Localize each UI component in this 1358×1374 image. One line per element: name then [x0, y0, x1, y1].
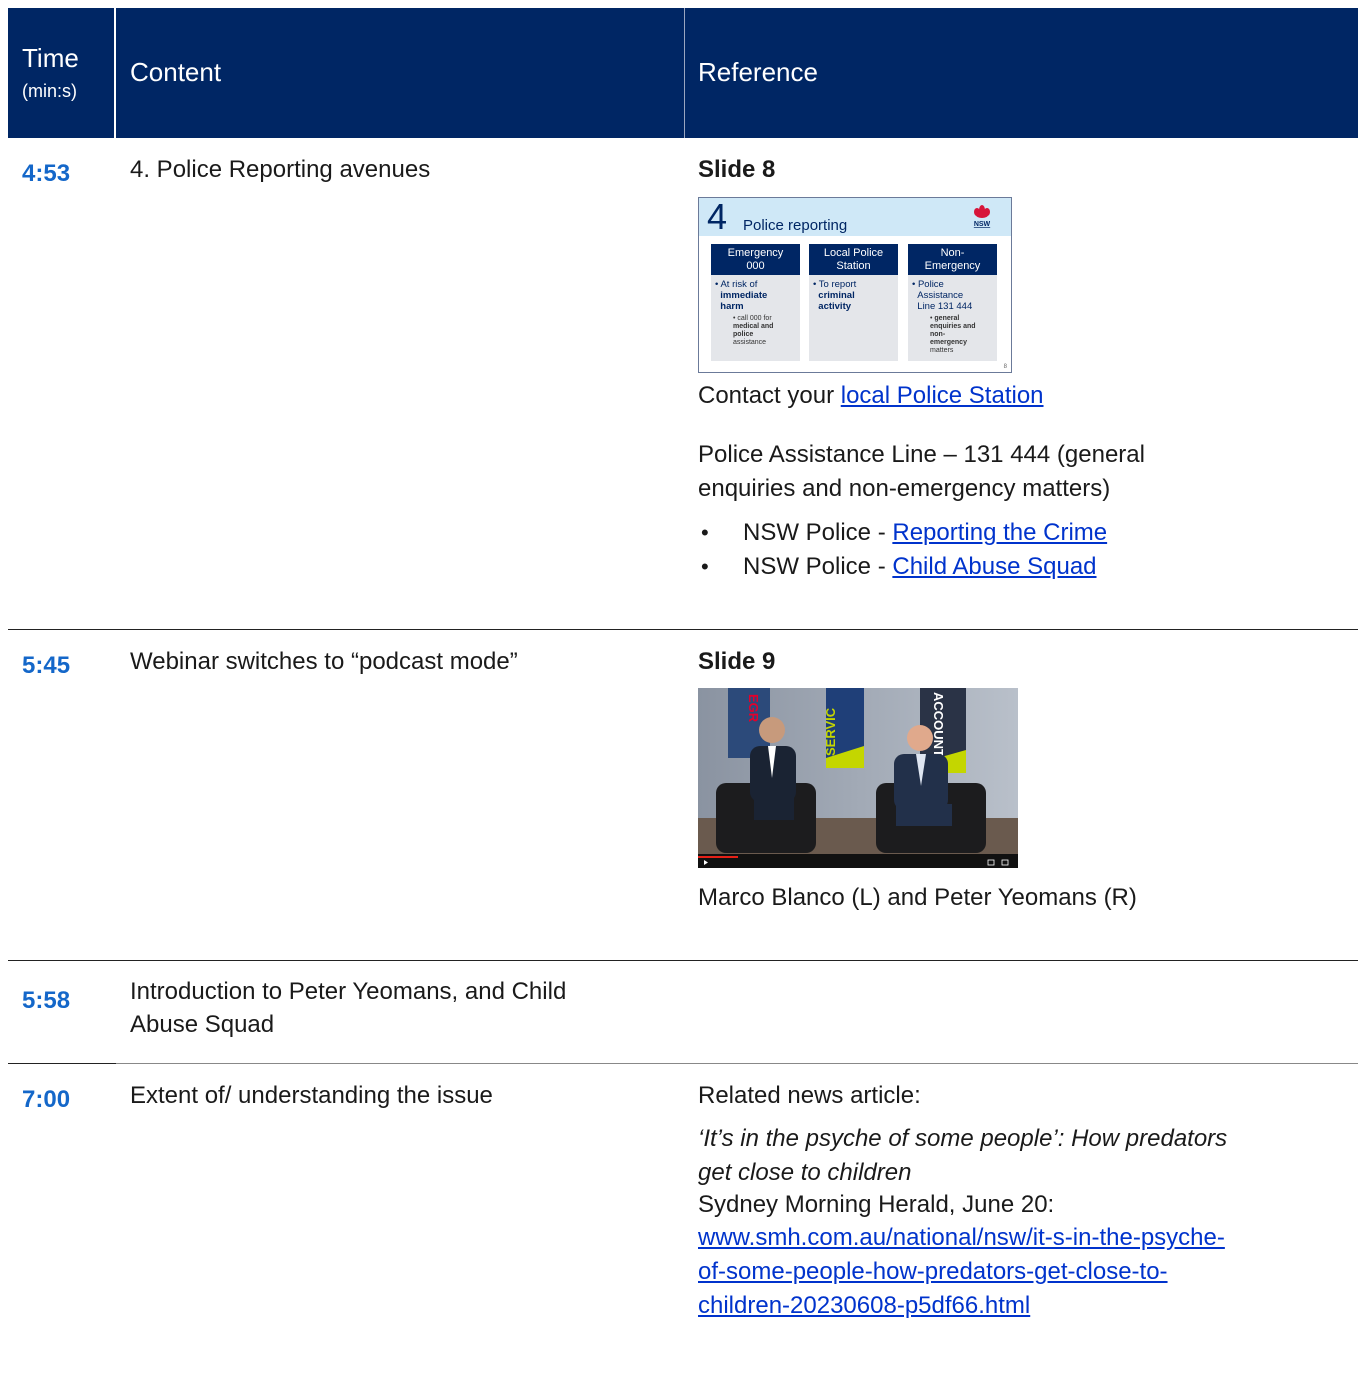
- slide-title: Police reporting: [743, 217, 848, 234]
- slide-number: 4: [707, 197, 728, 237]
- banner-text: ACCOUNT: [931, 692, 946, 757]
- time-column-header: Time: [22, 43, 79, 73]
- reference-column-header: Reference: [698, 57, 818, 87]
- list-item: NSW Police - Child Abuse Squad: [698, 550, 1348, 584]
- timestamp: 7:00: [22, 1086, 71, 1113]
- banner-text: EGR: [746, 694, 761, 723]
- row-divider: [8, 629, 1358, 630]
- table-header: Time (min:s) Content Reference: [8, 8, 1358, 138]
- row-divider: [8, 960, 1358, 961]
- content-cell: Webinar switches to “podcast mode”: [130, 648, 518, 675]
- timestamp: 4:53: [22, 160, 71, 187]
- child-abuse-squad-link[interactable]: Child Abuse Squad: [892, 553, 1096, 580]
- nsw-waratah-logo: NSW: [971, 204, 993, 228]
- row-divider: [8, 1063, 116, 1064]
- slide-column-non-emergency: Non- Emergency • Police Assistance Line 1…: [908, 244, 997, 361]
- slide-page-number: 8: [1003, 364, 1007, 370]
- slide-column-emergency: Emergency 000 • At risk of immediate harm…: [711, 244, 800, 361]
- related-label: Related news article:: [698, 1082, 921, 1109]
- article-title: ‘It’s in the psyche of some people’: How…: [698, 1125, 1228, 1186]
- header-divider: [114, 8, 116, 138]
- content-cell: Introduction to Peter Yeomans, and Child…: [130, 978, 567, 1038]
- local-police-station-link[interactable]: local Police Station: [841, 382, 1044, 409]
- slide-thumbnail: 4 Police reporting NSW Emergency 000 • At…: [698, 197, 1012, 373]
- slide-label: Slide 8: [698, 156, 776, 183]
- article-url-link[interactable]: of-some-people-how-predators-get-close-t…: [698, 1258, 1168, 1285]
- article-source: Sydney Morning Herald, June 20:: [698, 1191, 1055, 1218]
- time-column-subheader: (min:s): [22, 81, 77, 101]
- slide-column-local-police: Local Police Station • To report criminal…: [809, 244, 898, 361]
- timestamp: 5:45: [22, 652, 71, 679]
- video-thumbnail[interactable]: EGR SERVIC ACCOUNT: [698, 688, 1018, 868]
- video-caption: Marco Blanco (L) and Peter Yeomans (R): [698, 884, 1137, 911]
- article-url: www.smh.com.au/national/nsw/it-s-in-the-…: [698, 1221, 1348, 1323]
- row-divider: [116, 1063, 1358, 1064]
- content-cell: 4. Police Reporting avenues: [130, 156, 431, 183]
- banner-text: SERVIC: [823, 707, 838, 756]
- list-item: NSW Police - Reporting the Crime: [698, 516, 1348, 550]
- reporting-the-crime-link[interactable]: Reporting the Crime: [892, 519, 1107, 546]
- slide-label: Slide 9: [698, 648, 776, 675]
- article-url-link[interactable]: www.smh.com.au/national/nsw/it-s-in-the-…: [698, 1224, 1225, 1251]
- header-divider: [684, 8, 685, 138]
- timestamp: 5:58: [22, 987, 71, 1014]
- article-url-link[interactable]: children-20230608-p5df66.html: [698, 1292, 1030, 1319]
- contact-line: Contact your local Police Station: [698, 382, 1044, 409]
- logo-text: NSW: [974, 221, 991, 228]
- police-assistance-line: Police Assistance Line – 131 444 (genera…: [698, 441, 1145, 502]
- police-links-list: NSW Police - Reporting the Crime NSW Pol…: [698, 516, 1348, 584]
- content-cell: Extent of/ understanding the issue: [130, 1082, 493, 1109]
- content-column-header: Content: [130, 57, 222, 87]
